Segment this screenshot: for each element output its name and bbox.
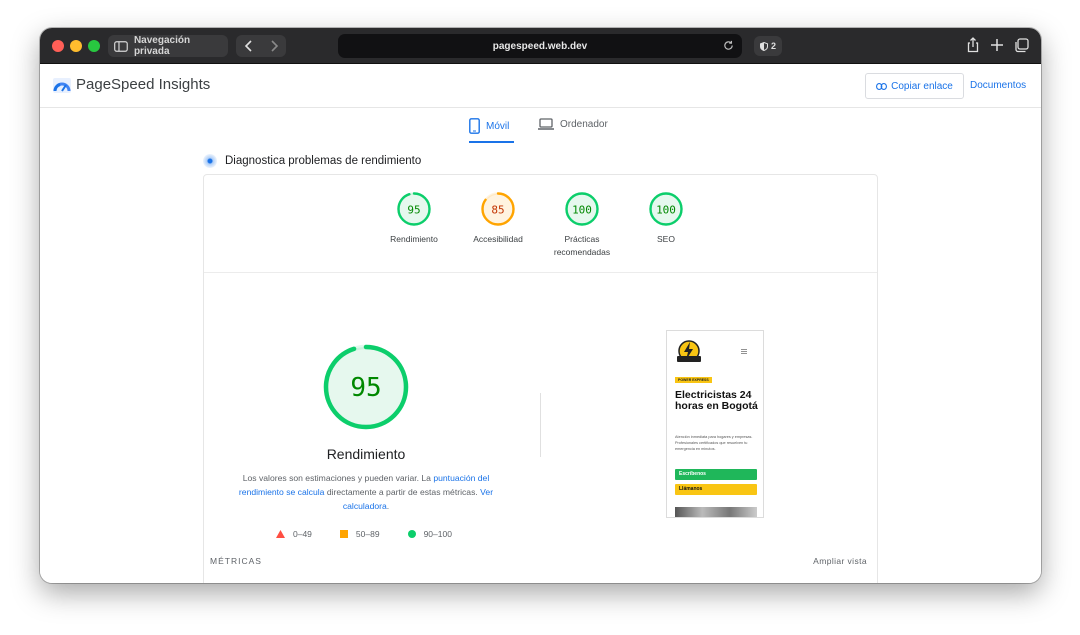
tab-mobile[interactable]: Móvil [469, 118, 509, 134]
page-title[interactable]: PageSpeed Insights [76, 76, 210, 93]
share-icon[interactable] [966, 37, 980, 53]
circle-icon [407, 530, 416, 538]
tab-mobile-label: Móvil [486, 120, 510, 132]
copy-link-button[interactable]: Copiar enlace [865, 73, 964, 99]
performance-label: Rendimiento [326, 446, 406, 462]
preview-call-label: Llámanos [679, 486, 703, 492]
toolbar-right [966, 37, 1029, 53]
laptop-icon [538, 118, 554, 130]
sidebar-toggle-button[interactable]: Navegación privada [108, 35, 228, 57]
gauge-score: 85 [491, 204, 504, 217]
navigation-buttons [236, 35, 286, 57]
gauge-accesibilidad[interactable]: 85 Accesibilidad [458, 191, 538, 246]
gauge-label: Rendimiento [390, 234, 438, 244]
performance-score: 95 [350, 373, 381, 403]
preview-call-button: Llámanos [675, 484, 757, 495]
legend-poor: 0–49 [276, 529, 312, 539]
triangle-icon [276, 530, 285, 538]
gauge-rendimiento[interactable]: 95 Rendimiento [374, 191, 454, 246]
tracker-count: 2 [770, 41, 776, 51]
pagespeed-logo-icon[interactable] [52, 76, 72, 96]
sidebar-icon [114, 40, 128, 52]
gauge-seo[interactable]: 100 SEO [626, 191, 706, 246]
gauge-score: 100 [656, 204, 676, 217]
score-gauges: 95 Rendimiento 85 Accesibilidad 100 Prác… [204, 175, 877, 273]
preview-write-button: Escríbenos [675, 469, 757, 480]
legend-range: 90–100 [423, 529, 452, 539]
desc-text: directamente a partir de estas métricas. [324, 487, 481, 497]
expand-view-link[interactable]: Ampliar vista [813, 556, 867, 566]
page-content: PageSpeed Insights Copiar enlace Documen… [40, 64, 1041, 583]
documents-link[interactable]: Documentos [970, 80, 1026, 91]
copy-link-label: Copiar enlace [891, 80, 953, 92]
link-icon [876, 82, 888, 90]
performance-description: Los valores son estimaciones y pueden va… [230, 471, 502, 513]
gauge-ring: 100 [649, 192, 683, 226]
tab-desktop-label: Ordenador [560, 118, 608, 130]
gauge-ring: 85 [481, 192, 515, 226]
forward-icon[interactable] [269, 40, 279, 52]
preview-badge: POWER EXPRESS [675, 377, 712, 383]
site-logo-icon [677, 340, 701, 362]
gauge-practicas-recomendadas[interactable]: 100 Prácticas recomendadas [542, 191, 622, 259]
desc-text: . [386, 501, 390, 511]
preview-heading: Electricistas 24 horas en Bogotá [675, 389, 758, 412]
private-browsing-label: Navegación privada [133, 35, 191, 57]
legend-good: 90–100 [407, 529, 452, 539]
report-card: 95 Rendimiento 85 Accesibilidad 100 Prác… [203, 174, 878, 583]
address-bar[interactable]: pagespeed.web.dev [338, 34, 742, 58]
square-icon [339, 530, 348, 538]
desc-text: Los valores son estimaciones y pueden va… [242, 473, 434, 483]
diagnostics-dot-icon [203, 154, 217, 168]
new-tab-icon[interactable] [990, 37, 1004, 53]
tab-overview-icon[interactable] [1014, 37, 1029, 53]
browser-window: Navegación privada pagespeed.web.dev 2 P… [40, 28, 1041, 583]
privacy-report-button[interactable]: 2 [754, 36, 782, 56]
minimize-window-button[interactable] [70, 40, 82, 52]
score-legend: 0–49 50–89 90–100 [276, 529, 452, 539]
metrics-section-label: MÉTRICAS [210, 556, 262, 566]
reload-icon[interactable] [723, 40, 734, 51]
performance-gauge: 95 [323, 344, 409, 430]
gauge-ring: 100 [565, 192, 599, 226]
diagnostics-heading: Diagnostica problemas de rendimiento [203, 154, 421, 168]
legend-range: 0–49 [293, 529, 312, 539]
vertical-divider [540, 393, 541, 457]
close-window-button[interactable] [52, 40, 64, 52]
browser-titlebar: Navegación privada pagespeed.web.dev 2 [40, 28, 1041, 64]
preview-write-label: Escríbenos [679, 471, 706, 477]
gauge-ring: 95 [397, 192, 431, 226]
legend-average: 50–89 [339, 529, 380, 539]
hamburger-menu-icon [741, 349, 747, 354]
legend-range: 50–89 [355, 529, 380, 539]
device-tabs: Móvil Ordenador [40, 108, 1041, 144]
back-icon[interactable] [244, 40, 254, 52]
preview-paragraph: Atención inmediata para hogares y empres… [675, 435, 753, 451]
tab-desktop[interactable]: Ordenador [538, 118, 608, 130]
gauge-label: Prácticas recomendadas [553, 234, 611, 257]
preview-image [675, 507, 757, 517]
zoom-window-button[interactable] [88, 40, 100, 52]
gauge-label: Accesibilidad [473, 234, 523, 244]
active-tab-indicator [469, 141, 514, 143]
psi-header: PageSpeed Insights Copiar enlace Documen… [40, 64, 1041, 108]
shield-icon [759, 41, 768, 51]
gauge-score: 95 [407, 204, 420, 217]
page-screenshot-preview[interactable]: POWER EXPRESS Electricistas 24 horas en … [666, 330, 764, 518]
gauge-label: SEO [657, 234, 675, 244]
gauge-score: 100 [572, 204, 592, 217]
address-url: pagespeed.web.dev [492, 40, 588, 52]
diagnostics-title: Diagnostica problemas de rendimiento [225, 155, 422, 167]
phone-icon [469, 118, 480, 134]
